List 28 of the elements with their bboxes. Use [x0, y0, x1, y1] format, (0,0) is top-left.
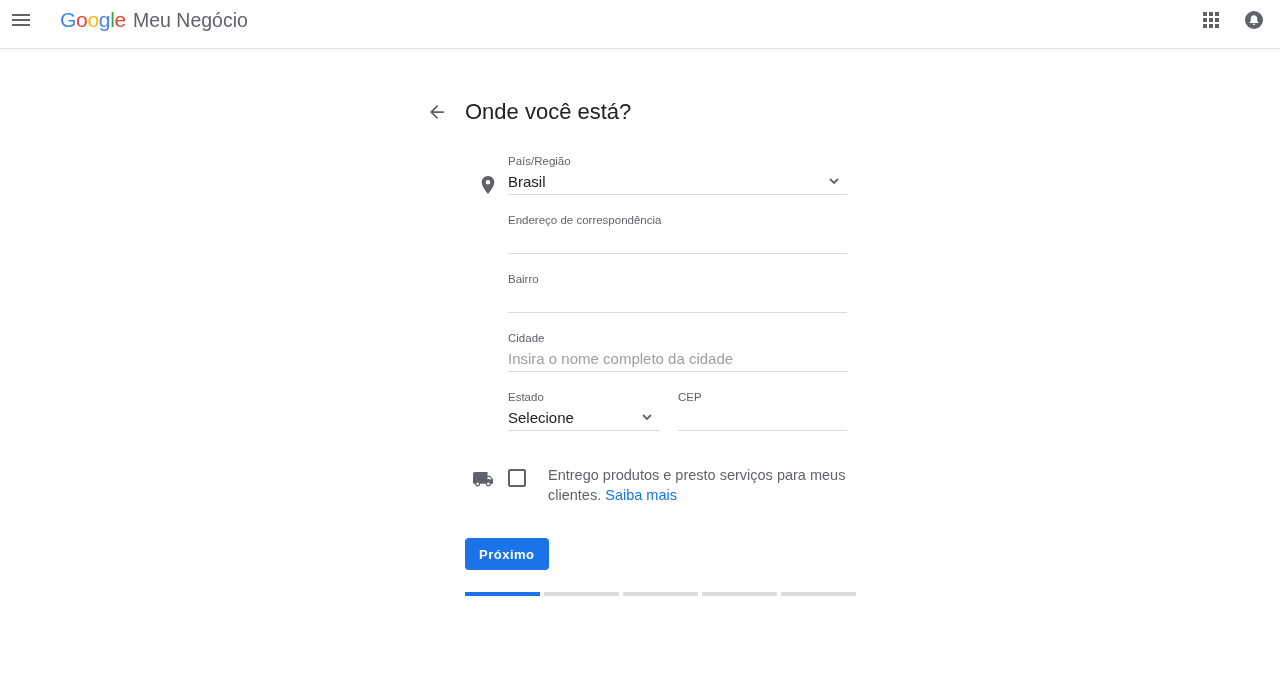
- field-label: CEP: [678, 390, 703, 404]
- page-title: Onde você está?: [465, 98, 632, 126]
- apps-button[interactable]: [1203, 12, 1219, 28]
- field-label: País/Região: [508, 154, 572, 168]
- chevron-down-icon: [642, 414, 652, 420]
- notifications-button[interactable]: [1245, 11, 1263, 29]
- truck-icon: [473, 472, 493, 487]
- back-arrow-icon: [430, 105, 444, 119]
- apps-grid-icon: [1203, 12, 1219, 28]
- field-label: Estado: [508, 390, 545, 404]
- bell-icon: [1245, 11, 1263, 29]
- app-name: Meu Negócio: [133, 8, 248, 32]
- input-field[interactable]: Insira o nome completo da cidade: [508, 345, 847, 372]
- learn-more-link[interactable]: Saiba mais: [605, 487, 677, 503]
- field-label: Bairro: [508, 272, 540, 286]
- google-logo[interactable]: Google: [60, 8, 126, 32]
- field-label: Cidade: [508, 331, 546, 345]
- checkbox[interactable]: [508, 469, 526, 487]
- location-pin-icon: [480, 176, 495, 194]
- delivery-option-text: Entrego produtos e presto serviços para meus clientes. Saiba mais: [548, 466, 847, 505]
- back-button[interactable]: [430, 105, 444, 119]
- field-label: Endereço de correspondência: [508, 213, 663, 227]
- menu-button[interactable]: [12, 14, 30, 26]
- chevron-down-icon: [829, 178, 839, 184]
- menu-icon: [12, 14, 30, 26]
- dropdown[interactable]: Brasil: [508, 168, 847, 195]
- next-button[interactable]: Próximo: [465, 538, 549, 570]
- dropdown[interactable]: Selecione: [508, 404, 660, 431]
